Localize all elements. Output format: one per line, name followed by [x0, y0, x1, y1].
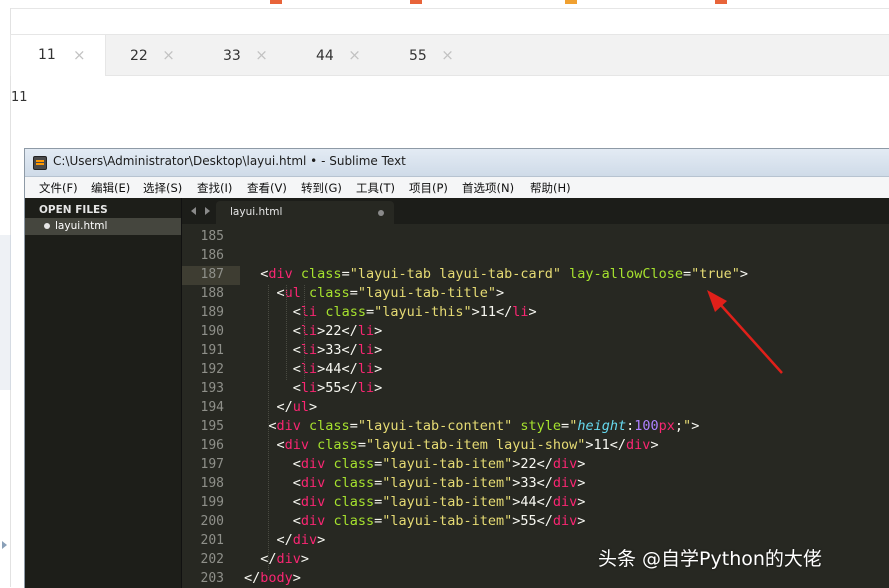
toolbar-fragment-icon — [270, 0, 282, 4]
sublime-text-window: C:\Users\Administrator\Desktop\layui.htm… — [24, 148, 889, 588]
tab-33[interactable]: 33 × — [223, 35, 283, 75]
tab-11[interactable]: 11 × — [10, 35, 106, 76]
close-icon[interactable]: × — [73, 35, 86, 75]
toolbar-fragment-icon — [410, 0, 422, 4]
tab-label: 22 — [130, 48, 148, 64]
tab-55[interactable]: 55 × — [409, 35, 469, 75]
tab-22[interactable]: 22 × — [130, 35, 190, 75]
red-arrow-annotation — [707, 290, 783, 374]
layui-tab-title: 11 × 22 × 33 × 44 × 55 × — [10, 34, 889, 76]
browser-top-strip — [0, 0, 889, 9]
toolbar-fragment-icon — [715, 0, 727, 4]
tab-label: 11 — [38, 47, 56, 63]
chevron-right-icon — [2, 541, 7, 549]
tab-label: 55 — [409, 48, 427, 64]
close-icon[interactable]: × — [162, 35, 175, 75]
tab-label: 33 — [223, 48, 241, 64]
tab-44[interactable]: 44 × — [316, 35, 376, 75]
close-icon[interactable]: × — [348, 35, 361, 75]
close-icon[interactable]: × — [441, 35, 454, 75]
watermark: 头条 @自学Python的大佬 — [598, 548, 822, 570]
toolbar-fragment-icon — [565, 0, 577, 4]
close-icon[interactable]: × — [255, 35, 268, 75]
tab-content: 11 — [11, 90, 28, 105]
tab-label: 44 — [316, 48, 334, 64]
sidebar-toggle[interactable] — [0, 235, 11, 549]
